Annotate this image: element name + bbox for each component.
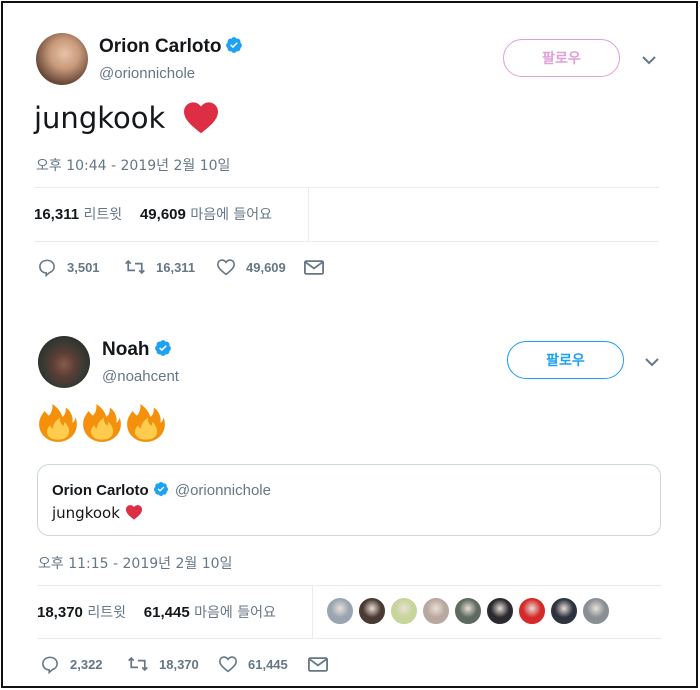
verified-badge-icon — [154, 340, 171, 356]
liker-avatar[interactable] — [518, 597, 546, 625]
liker-avatar[interactable] — [326, 597, 354, 625]
avatar[interactable] — [38, 336, 90, 388]
retweets-label[interactable]: 리트윗 — [84, 207, 123, 223]
author-name[interactable]: Orion Carloto — [99, 36, 221, 57]
heart-outline-icon — [216, 259, 236, 276]
heart-emoji-icon — [184, 102, 219, 134]
retweet-icon — [128, 656, 148, 672]
likes-label[interactable]: 마음에 들어요 — [190, 207, 272, 223]
retweets-count[interactable]: 18,370 — [37, 604, 83, 621]
timestamp[interactable]: 오후 10:44 - 2019년 2월 10일 — [36, 155, 230, 175]
tweet-text: jungkook — [34, 101, 166, 135]
timestamp[interactable]: 오후 11:15 - 2019년 2월 10일 — [38, 553, 232, 573]
engagement-stats: 18,370 리트윗 61,445 마음에 들어요 — [37, 602, 276, 622]
liker-avatar[interactable] — [454, 597, 482, 625]
liker-avatar[interactable] — [550, 597, 578, 625]
reply-action[interactable]: 2,322 — [40, 655, 103, 674]
quoted-author-handle: @orionnichole — [174, 482, 271, 499]
likes-label[interactable]: 마음에 들어요 — [194, 605, 276, 621]
divider — [308, 188, 309, 241]
fire-emoji-icon — [127, 404, 165, 442]
like-action[interactable]: 61,445 — [218, 655, 288, 673]
heart-emoji-icon — [125, 505, 142, 520]
retweet-count: 18,370 — [159, 656, 199, 672]
quoted-author-line: Orion Carloto @orionnichole — [52, 481, 271, 499]
quoted-text: jungkook — [52, 504, 120, 522]
quoted-text-line: jungkook — [52, 504, 143, 522]
retweet-action[interactable]: 18,370 — [127, 655, 199, 673]
reply-icon — [42, 656, 58, 674]
quoted-author-name: Orion Carloto — [52, 482, 149, 499]
liker-avatars — [326, 597, 614, 625]
like-count: 49,609 — [246, 259, 286, 275]
heart-outline-icon — [218, 656, 238, 673]
liker-avatar[interactable] — [486, 597, 514, 625]
tweet-text-line: jungkook — [34, 100, 220, 135]
liker-avatar[interactable] — [390, 597, 418, 625]
chevron-down-icon[interactable] — [641, 55, 657, 65]
author-name-line[interactable]: Noah — [102, 339, 172, 361]
divider — [34, 241, 659, 242]
author-name[interactable]: Noah — [102, 339, 150, 360]
divider — [312, 586, 313, 638]
retweets-count[interactable]: 16,311 — [34, 206, 79, 223]
retweet-count: 16,311 — [156, 259, 196, 275]
reply-count: 2,322 — [70, 657, 103, 672]
message-icon[interactable] — [304, 260, 324, 275]
fire-emoji-icon — [39, 404, 77, 442]
avatar[interactable] — [36, 33, 88, 85]
like-count: 61,445 — [248, 656, 288, 672]
divider — [37, 585, 662, 586]
liker-avatar[interactable] — [582, 597, 610, 625]
likes-count[interactable]: 61,445 — [144, 604, 190, 621]
quoted-tweet[interactable]: Orion Carloto @orionnichole jungkook — [37, 464, 661, 536]
retweets-label[interactable]: 리트윗 — [87, 605, 126, 621]
engagement-stats: 16,311 리트윗 49,609 마음에 들어요 — [34, 204, 272, 224]
retweet-action[interactable]: 16,311 — [124, 258, 195, 276]
likes-count[interactable]: 49,609 — [140, 206, 186, 223]
follow-button[interactable]: 팔로우 — [503, 39, 620, 77]
verified-badge-icon — [153, 482, 168, 496]
reply-count: 3,501 — [67, 260, 100, 275]
fire-emoji-icon — [83, 404, 121, 442]
like-action[interactable]: 49,609 — [216, 258, 286, 276]
liker-avatar[interactable] — [358, 597, 386, 625]
retweet-icon — [125, 259, 145, 275]
author-handle[interactable]: @noahcent — [102, 368, 179, 385]
message-icon[interactable] — [308, 657, 328, 672]
author-name-line[interactable]: Orion Carloto — [99, 36, 243, 58]
liker-avatar[interactable] — [422, 597, 450, 625]
verified-badge-icon — [226, 37, 243, 53]
chevron-down-icon[interactable] — [644, 357, 660, 367]
divider — [37, 638, 662, 639]
author-handle[interactable]: @orionnichole — [99, 65, 195, 82]
reply-icon — [39, 259, 55, 277]
follow-button[interactable]: 팔로우 — [507, 341, 624, 379]
divider — [34, 187, 659, 188]
reply-action[interactable]: 3,501 — [37, 258, 100, 277]
tweet-text-emojis — [38, 403, 166, 443]
